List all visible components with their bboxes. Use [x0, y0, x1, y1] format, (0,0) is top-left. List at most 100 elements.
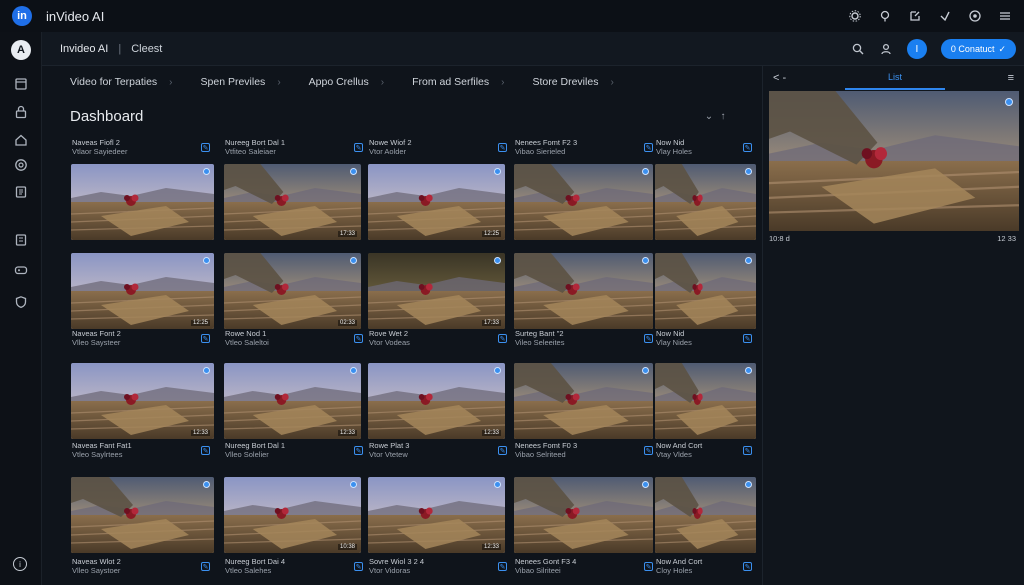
select-indicator[interactable]	[203, 257, 210, 264]
select-indicator[interactable]	[642, 168, 649, 175]
settings-icon[interactable]	[848, 9, 862, 23]
edit-icon[interactable]: ✎	[743, 143, 752, 152]
header-client[interactable]: Cleest	[131, 43, 162, 55]
bookmark-icon[interactable]	[938, 9, 952, 23]
select-indicator[interactable]	[350, 481, 357, 488]
video-thumbnail[interactable]	[655, 253, 756, 329]
select-indicator[interactable]	[203, 481, 210, 488]
compass-icon[interactable]	[13, 157, 29, 173]
edit-icon[interactable]: ✎	[354, 334, 363, 343]
select-indicator[interactable]	[494, 257, 501, 264]
edit-icon[interactable]: ✎	[498, 143, 507, 152]
lock-icon[interactable]	[13, 104, 29, 120]
select-indicator[interactable]	[642, 367, 649, 374]
back-icon[interactable]: < -	[773, 72, 786, 84]
edit-icon[interactable]: ✎	[743, 446, 752, 455]
video-thumbnail[interactable]	[655, 477, 756, 553]
select-indicator[interactable]	[494, 168, 501, 175]
chevron-right-icon: ›	[169, 76, 173, 88]
edit-icon[interactable]: ✎	[201, 562, 210, 571]
edit-icon[interactable]: ✎	[201, 334, 210, 343]
sort-up-icon[interactable]: ↑	[717, 110, 729, 122]
select-indicator[interactable]	[203, 367, 210, 374]
video-thumbnail[interactable]: 12:33	[224, 363, 361, 439]
card-title: Naveas Wlot 2	[72, 557, 121, 566]
tab-list[interactable]: List	[845, 72, 945, 82]
card-label: Surteg Bant "2 Vileo Seleeites	[515, 329, 564, 347]
header-separator: |	[118, 42, 122, 55]
info-icon[interactable]: i	[13, 557, 27, 571]
video-thumbnail[interactable]: 12:33	[368, 363, 505, 439]
home-icon[interactable]	[13, 132, 29, 148]
gamepad-icon[interactable]	[13, 262, 29, 278]
select-indicator[interactable]	[350, 168, 357, 175]
select-indicator[interactable]	[642, 257, 649, 264]
edit-icon[interactable]: ✎	[743, 334, 752, 343]
card-title: Sovre Wiol 3 2 4	[369, 557, 425, 566]
edit-icon[interactable]: ✎	[354, 143, 363, 152]
card-subtitle: Vibao Silriteei	[515, 566, 561, 575]
edit-icon[interactable]: ✎	[201, 446, 210, 455]
edit-icon[interactable]: ✎	[201, 143, 210, 152]
select-indicator[interactable]	[494, 367, 501, 374]
chevron-down-icon[interactable]: ⌄	[703, 110, 715, 122]
video-thumbnail[interactable]: 17:33	[368, 253, 505, 329]
select-indicator[interactable]	[350, 257, 357, 264]
video-thumbnail[interactable]	[71, 477, 214, 553]
edit-icon[interactable]: ✎	[644, 446, 653, 455]
select-indicator[interactable]	[642, 481, 649, 488]
select-indicator[interactable]	[494, 481, 501, 488]
video-thumbnail[interactable]: 12:33	[71, 363, 214, 439]
select-indicator[interactable]	[350, 367, 357, 374]
video-thumbnail[interactable]: 12:25	[368, 164, 505, 240]
edit-icon[interactable]: ✎	[743, 562, 752, 571]
select-indicator[interactable]	[745, 481, 752, 488]
nav-item[interactable]: From ad Serfiles	[412, 76, 489, 88]
video-thumbnail[interactable]: 12:25	[71, 253, 214, 329]
account-icon[interactable]	[968, 9, 982, 23]
nav-item[interactable]: Spen Previles	[201, 76, 266, 88]
edit-icon[interactable]: ✎	[354, 446, 363, 455]
preview-image[interactable]	[769, 91, 1019, 231]
video-thumbnail[interactable]	[655, 363, 756, 439]
edit-icon[interactable]: ✎	[354, 562, 363, 571]
nav-item[interactable]: Appo Crellus	[309, 76, 369, 88]
folder-icon[interactable]	[13, 76, 29, 92]
select-indicator[interactable]	[745, 257, 752, 264]
export-icon[interactable]	[908, 9, 922, 23]
edit-icon[interactable]: ✎	[498, 562, 507, 571]
video-thumbnail[interactable]: 02:33	[224, 253, 361, 329]
video-thumbnail[interactable]	[514, 253, 653, 329]
app-logo: in	[12, 6, 32, 26]
video-thumbnail[interactable]: 17:33	[224, 164, 361, 240]
menu-icon[interactable]	[998, 9, 1012, 23]
nav-item[interactable]: Video for Terpaties	[70, 76, 157, 88]
video-thumbnail[interactable]: 12:33	[368, 477, 505, 553]
select-indicator[interactable]	[745, 367, 752, 374]
library-icon[interactable]	[13, 184, 29, 200]
contact-button[interactable]: 0 Conatuct ✓	[940, 39, 1016, 59]
edit-icon[interactable]: ✎	[498, 446, 507, 455]
edit-icon[interactable]: ✎	[644, 334, 653, 343]
sidebar-avatar[interactable]: A	[11, 40, 31, 60]
video-thumbnail[interactable]	[71, 164, 214, 240]
shield-icon[interactable]	[13, 294, 29, 310]
edit-icon[interactable]: ✎	[498, 334, 507, 343]
user-icon[interactable]	[879, 42, 893, 56]
select-indicator[interactable]	[1005, 98, 1013, 106]
nav-item[interactable]: Store Dreviles	[533, 76, 599, 88]
select-indicator[interactable]	[745, 168, 752, 175]
panel-menu-icon[interactable]: ≡	[1008, 72, 1014, 84]
user-badge[interactable]: I	[906, 39, 927, 59]
notes-icon[interactable]	[13, 232, 29, 248]
video-thumbnail[interactable]	[655, 164, 756, 240]
select-indicator[interactable]	[203, 168, 210, 175]
video-thumbnail[interactable]	[514, 363, 653, 439]
video-thumbnail[interactable]	[514, 477, 653, 553]
search-icon[interactable]	[851, 42, 865, 56]
edit-icon[interactable]: ✎	[644, 143, 653, 152]
video-thumbnail[interactable]: 10:38	[224, 477, 361, 553]
pin-icon[interactable]	[878, 9, 892, 23]
video-thumbnail[interactable]	[514, 164, 653, 240]
edit-icon[interactable]: ✎	[644, 562, 653, 571]
